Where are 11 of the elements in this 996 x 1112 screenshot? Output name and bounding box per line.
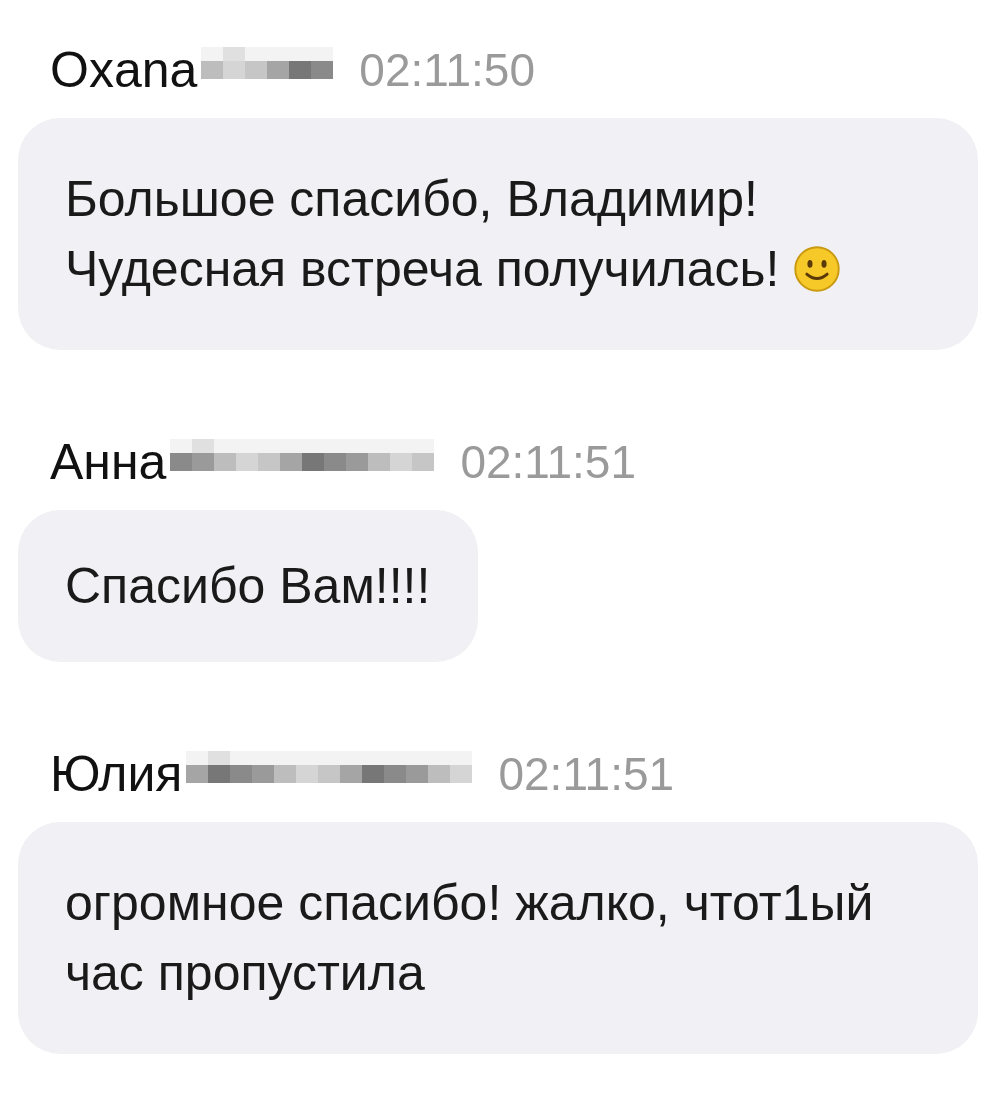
message-text: Спасибо Вам!!!! bbox=[65, 556, 431, 616]
message-text: огромное спасибо! жалко, чтот1ый bbox=[65, 873, 874, 933]
author-name: Oxana bbox=[50, 40, 198, 100]
author-name: Анна bbox=[50, 432, 167, 492]
author-name: Юлия bbox=[50, 744, 183, 804]
message-text: час пропустила bbox=[65, 943, 425, 1003]
message-time: 02:11:51 bbox=[498, 746, 675, 802]
message-text: Большое спасибо, Владимир! bbox=[65, 169, 758, 229]
message-time: 02:11:50 bbox=[359, 42, 535, 98]
message-time: 02:11:51 bbox=[460, 434, 637, 490]
message-text: Чудесная встреча получилась! bbox=[65, 239, 780, 299]
